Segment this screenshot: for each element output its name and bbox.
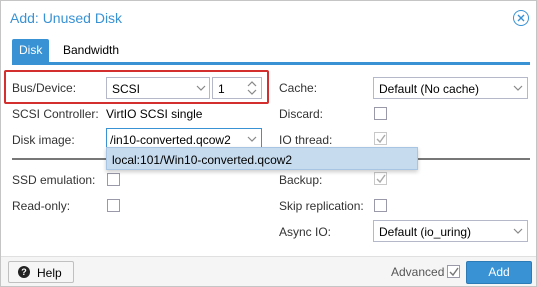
dialog-footer: ? Help Advanced Add <box>1 256 536 286</box>
help-button[interactable]: ? Help <box>8 261 74 283</box>
read-only-label: Read-only: <box>12 199 71 213</box>
checkmark-icon <box>449 267 459 277</box>
async-io-label: Async IO: <box>279 225 332 239</box>
cache-select-value: Default (No cache) <box>379 82 480 96</box>
io-thread-label: IO thread: <box>279 133 333 147</box>
chevron-down-icon[interactable] <box>508 78 528 98</box>
tab-bar: Disk Bandwidth <box>1 39 536 63</box>
async-io-select-value: Default (io_uring) <box>379 225 472 239</box>
chevron-down-icon[interactable] <box>508 221 528 241</box>
discard-label: Discard: <box>279 107 324 121</box>
ssd-emulation-label: SSD emulation: <box>12 173 96 187</box>
tab-underline <box>12 62 530 65</box>
cache-select[interactable]: Default (No cache) <box>373 77 528 99</box>
add-disk-dialog: Add: Unused Disk Disk Bandwidth Bus/Devi… <box>0 0 537 287</box>
advanced-label: Advanced <box>391 265 445 279</box>
device-number-stepper[interactable]: 1 <box>212 77 262 99</box>
discard-checkbox[interactable] <box>374 107 387 120</box>
backup-label: Backup: <box>279 173 323 187</box>
read-only-checkbox[interactable] <box>107 199 120 212</box>
checkmark-icon <box>376 134 386 144</box>
chevron-down-icon[interactable] <box>242 129 262 149</box>
dialog-titlebar: Add: Unused Disk <box>1 1 536 35</box>
bus-device-label: Bus/Device: <box>12 81 77 95</box>
scsi-controller-value: VirtIO SCSI single <box>106 107 203 121</box>
close-icon[interactable] <box>513 10 529 26</box>
ssd-emulation-checkbox[interactable] <box>107 173 120 186</box>
bus-select-value: SCSI <box>112 82 141 96</box>
io-thread-checkbox[interactable] <box>374 132 387 145</box>
advanced-checkbox[interactable] <box>447 265 460 278</box>
scsi-controller-label: SCSI Controller: <box>12 107 99 121</box>
device-number-value: 1 <box>218 82 225 96</box>
tab-disk[interactable]: Disk <box>12 39 50 62</box>
disk-image-value: /in10-converted.qcow2 <box>110 133 231 147</box>
disk-image-dropdown[interactable]: local:101/Win10-converted.qcow2 <box>106 147 418 170</box>
dialog-title: Add: Unused Disk <box>10 10 123 26</box>
add-button[interactable]: Add <box>466 261 532 284</box>
chevron-down-icon[interactable] <box>191 78 211 98</box>
help-button-label: Help <box>37 266 62 280</box>
bus-select[interactable]: SCSI <box>106 77 210 99</box>
checkmark-icon <box>376 174 386 184</box>
disk-image-option[interactable]: local:101/Win10-converted.qcow2 <box>112 153 292 167</box>
skip-replication-label: Skip replication: <box>279 199 364 213</box>
tab-bandwidth[interactable]: Bandwidth <box>56 39 126 62</box>
skip-replication-checkbox[interactable] <box>374 199 387 212</box>
async-io-select[interactable]: Default (io_uring) <box>373 220 528 242</box>
backup-checkbox[interactable] <box>374 172 387 185</box>
spinner-arrows-icon[interactable] <box>243 78 261 98</box>
cache-label: Cache: <box>279 81 318 95</box>
disk-image-label: Disk image: <box>12 133 75 147</box>
question-circle-icon: ? <box>18 266 30 278</box>
